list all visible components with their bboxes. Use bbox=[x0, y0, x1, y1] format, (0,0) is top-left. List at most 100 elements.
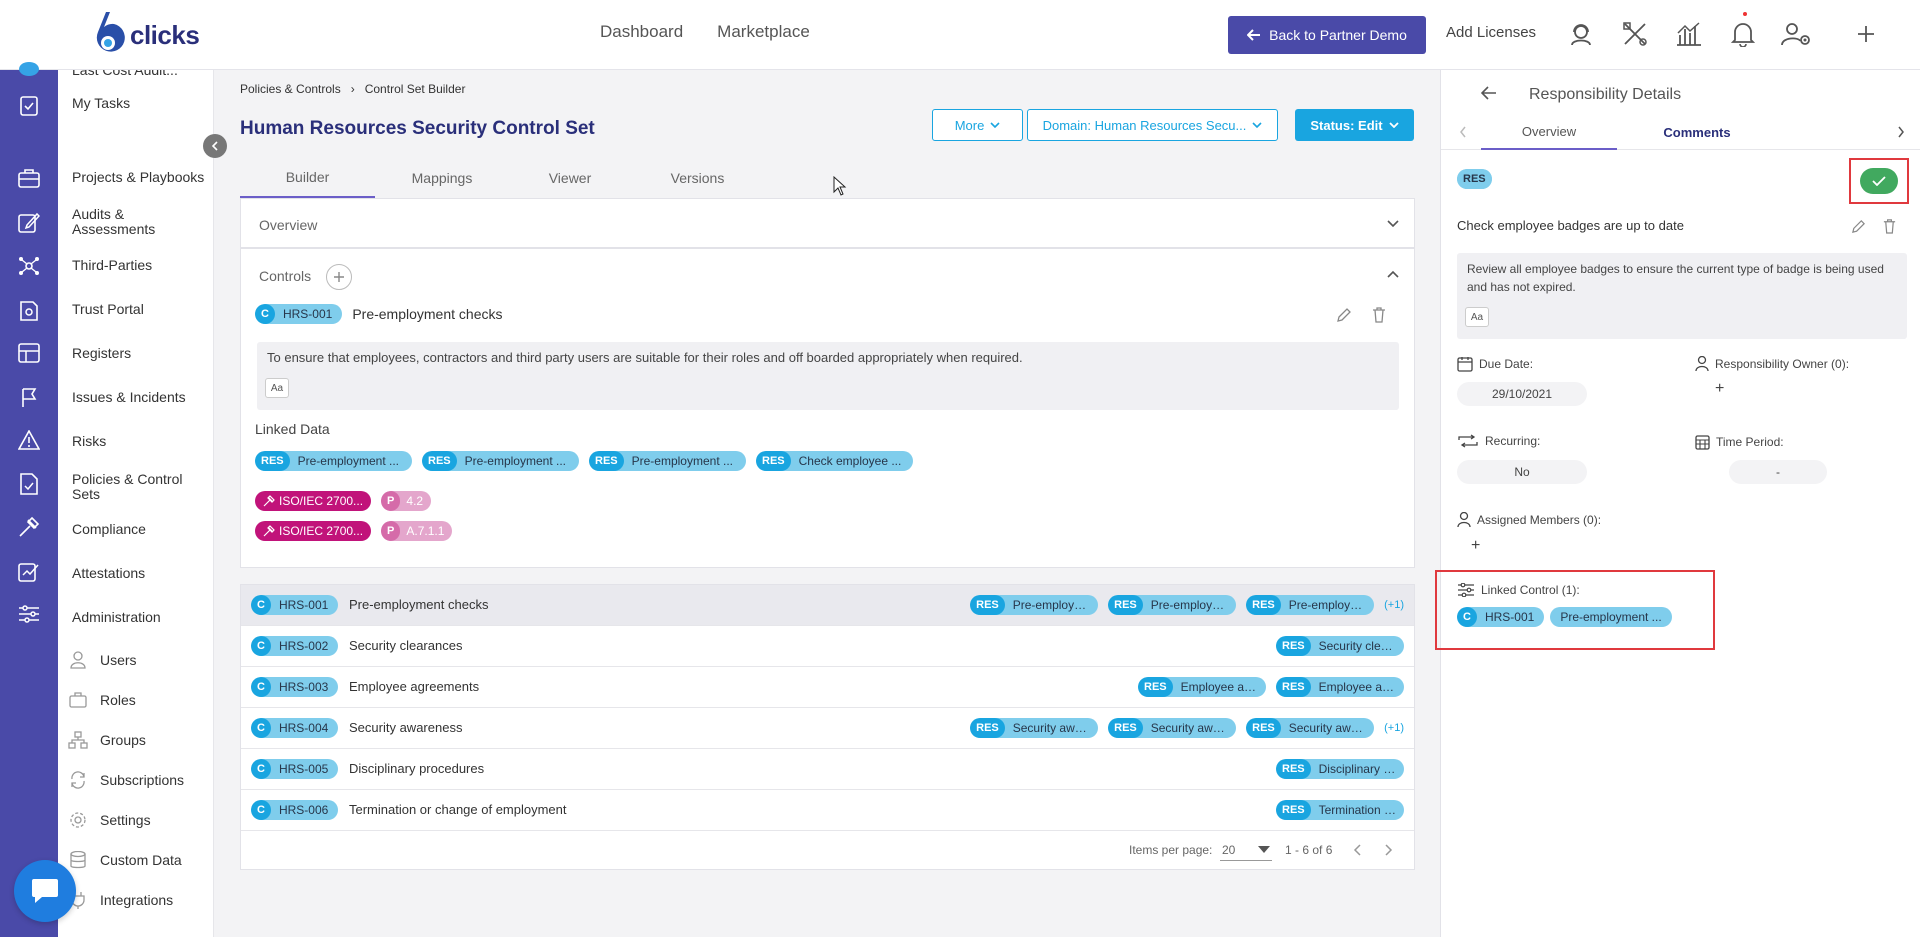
notifications-icon[interactable] bbox=[1727, 12, 1759, 50]
linked-res-pill[interactable]: RES Employee agreem... bbox=[1276, 677, 1404, 697]
add-control-button[interactable] bbox=[326, 264, 352, 290]
linked-res-pill[interactable]: RES Employee agreem... bbox=[1138, 677, 1266, 697]
back-to-partner-button[interactable]: Back to Partner Demo bbox=[1228, 16, 1426, 54]
chat-button[interactable] bbox=[14, 860, 76, 922]
trust-portal-icon[interactable] bbox=[16, 297, 42, 323]
tab-versions[interactable]: Versions bbox=[630, 158, 765, 198]
edit-pencil-icon[interactable] bbox=[1851, 219, 1866, 234]
sidebar-item-trust-portal[interactable]: Trust Portal bbox=[72, 302, 144, 317]
clause-pill[interactable]: P 4.2 bbox=[381, 491, 432, 511]
sidebar-sub-integrations[interactable]: Integrations bbox=[68, 890, 173, 910]
audit-edit-icon[interactable] bbox=[16, 209, 42, 235]
sidebar-item-registers[interactable]: Registers bbox=[72, 346, 131, 361]
domain-button[interactable]: Domain: Human Resources Secu... bbox=[1027, 109, 1278, 141]
tab-viewer[interactable]: Viewer bbox=[510, 158, 630, 198]
compliance-icon[interactable] bbox=[16, 514, 42, 540]
linked-res-pill[interactable]: RES Pre-employment ... bbox=[589, 451, 746, 471]
sidebar-sub-subscriptions[interactable]: Subscriptions bbox=[68, 770, 184, 790]
chevron-left-icon[interactable] bbox=[1353, 844, 1363, 856]
linked-res-pill[interactable]: RES Termination or ch... bbox=[1276, 800, 1404, 820]
linked-res-pill[interactable]: RES Security clearanc... bbox=[1276, 636, 1404, 656]
sidebar-sub-users[interactable]: Users bbox=[68, 650, 137, 670]
linked-res-pill[interactable]: RES Security awarene... bbox=[1246, 718, 1375, 738]
items-per-page-select[interactable]: 20 bbox=[1220, 839, 1272, 861]
attestations-icon[interactable] bbox=[16, 558, 42, 584]
incidents-icon[interactable] bbox=[16, 384, 42, 410]
third-parties-icon[interactable] bbox=[16, 253, 42, 279]
table-row[interactable]: C HRS-004 Security awareness RES Security aw… bbox=[241, 708, 1414, 749]
status-button[interactable]: Status: Edit bbox=[1295, 109, 1414, 141]
linked-res-pill[interactable]: RES Pre-employment ... bbox=[422, 451, 579, 471]
user-settings-icon[interactable] bbox=[1781, 18, 1813, 50]
linked-control-name-pill[interactable]: Pre-employment ... bbox=[1550, 607, 1672, 627]
tab-mappings[interactable]: Mappings bbox=[377, 158, 507, 198]
text-format-button[interactable]: Aa bbox=[265, 378, 289, 398]
linked-res-pill[interactable]: RES Pre-employment ... bbox=[1246, 595, 1375, 615]
sidebar-sub-settings[interactable]: Settings bbox=[68, 810, 151, 830]
trash-icon[interactable] bbox=[1371, 306, 1387, 323]
table-row[interactable]: C HRS-001 Pre-employment checks RES Pre-empl… bbox=[241, 585, 1414, 626]
policies-icon[interactable] bbox=[16, 471, 42, 497]
sidebar-item-compliance[interactable]: Compliance bbox=[72, 522, 146, 537]
table-row[interactable]: C HRS-005 Disciplinary procedures RES Discip… bbox=[241, 749, 1414, 790]
logo[interactable]: clicks bbox=[88, 10, 200, 60]
add-icon[interactable] bbox=[1850, 18, 1882, 50]
sidebar-sub-roles[interactable]: Roles bbox=[68, 690, 136, 710]
edit-pencil-icon[interactable] bbox=[1336, 307, 1352, 323]
sidebar-collapse-button[interactable] bbox=[203, 134, 227, 158]
linked-res-pill[interactable]: RES Security awarene... bbox=[970, 718, 1099, 738]
chevron-right-icon[interactable] bbox=[1897, 126, 1905, 138]
back-arrow-icon[interactable] bbox=[1481, 86, 1497, 100]
sidebar-sub-groups[interactable]: Groups bbox=[68, 730, 146, 750]
trash-icon[interactable] bbox=[1882, 218, 1897, 234]
sidebar-item-risks[interactable]: Risks bbox=[72, 434, 106, 449]
confirm-button[interactable] bbox=[1860, 168, 1898, 194]
sidebar-item-third-parties[interactable]: Third-Parties bbox=[72, 258, 152, 273]
add-owner-button[interactable]: + bbox=[1715, 380, 1724, 398]
linked-res-pill[interactable]: RES Check employee ... bbox=[756, 451, 913, 471]
add-licenses-link[interactable]: Add Licenses bbox=[1446, 24, 1536, 41]
administration-icon[interactable] bbox=[16, 601, 42, 627]
panel-tab-comments[interactable]: Comments bbox=[1617, 114, 1777, 150]
support-icon[interactable] bbox=[1565, 18, 1597, 50]
chevron-left-icon[interactable] bbox=[1459, 126, 1467, 138]
table-row[interactable]: C HRS-002 Security clearances RES Security c… bbox=[241, 626, 1414, 667]
sidebar-item-my-tasks[interactable]: My Tasks bbox=[72, 96, 130, 111]
sidebar-item-issues[interactable]: Issues & Incidents bbox=[72, 390, 186, 405]
chevron-down-icon[interactable] bbox=[1386, 217, 1400, 231]
sidebar-item-audits[interactable]: Audits & Assessments bbox=[72, 207, 192, 237]
chevron-right-icon[interactable] bbox=[1383, 844, 1393, 856]
linked-res-pill[interactable]: RES Pre-employment ... bbox=[255, 451, 412, 471]
recurring-field[interactable]: No bbox=[1457, 460, 1587, 484]
add-member-button[interactable]: + bbox=[1471, 537, 1480, 555]
due-date-field[interactable]: 29/10/2021 bbox=[1457, 382, 1587, 406]
linked-control-code-pill[interactable]: C HRS-001 bbox=[1457, 607, 1545, 627]
tools-icon[interactable] bbox=[1619, 18, 1651, 50]
panel-tab-overview[interactable]: Overview bbox=[1481, 114, 1617, 150]
sidebar-item-cut[interactable]: Last Cost Audit... bbox=[72, 70, 178, 78]
nav-marketplace[interactable]: Marketplace bbox=[717, 22, 810, 42]
breadcrumb-root[interactable]: Policies & Controls bbox=[240, 82, 341, 96]
tasks-icon[interactable] bbox=[16, 92, 42, 118]
nav-dashboard[interactable]: Dashboard bbox=[600, 22, 683, 42]
clause-pill[interactable]: P A.7.1.1 bbox=[381, 521, 453, 541]
risks-icon[interactable] bbox=[16, 427, 42, 453]
tab-builder[interactable]: Builder bbox=[240, 158, 375, 198]
text-format-button[interactable]: Aa bbox=[1465, 307, 1489, 327]
linked-res-pill[interactable]: RES Pre-employment ... bbox=[1108, 595, 1237, 615]
sidebar-item-attestations[interactable]: Attestations bbox=[72, 566, 145, 581]
table-row[interactable]: C HRS-006 Termination or change of employm… bbox=[241, 790, 1414, 831]
linked-res-pill[interactable]: RES Disciplinary proce... bbox=[1276, 759, 1404, 779]
linked-res-pill[interactable]: RES Security awarene... bbox=[1108, 718, 1237, 738]
chevron-up-icon[interactable] bbox=[1386, 267, 1400, 281]
time-period-field[interactable]: - bbox=[1729, 460, 1827, 484]
more-button[interactable]: More bbox=[932, 109, 1023, 141]
more-links-count[interactable]: (+1) bbox=[1384, 722, 1404, 734]
overview-panel[interactable]: Overview bbox=[240, 198, 1415, 248]
registers-icon[interactable] bbox=[16, 340, 42, 366]
analytics-icon[interactable] bbox=[1673, 18, 1705, 50]
sidebar-item-administration[interactable]: Administration bbox=[72, 610, 161, 625]
framework-pill[interactable]: ISO/IEC 2700... bbox=[255, 491, 372, 511]
framework-pill[interactable]: ISO/IEC 2700... bbox=[255, 521, 372, 541]
more-links-count[interactable]: (+1) bbox=[1384, 599, 1404, 611]
